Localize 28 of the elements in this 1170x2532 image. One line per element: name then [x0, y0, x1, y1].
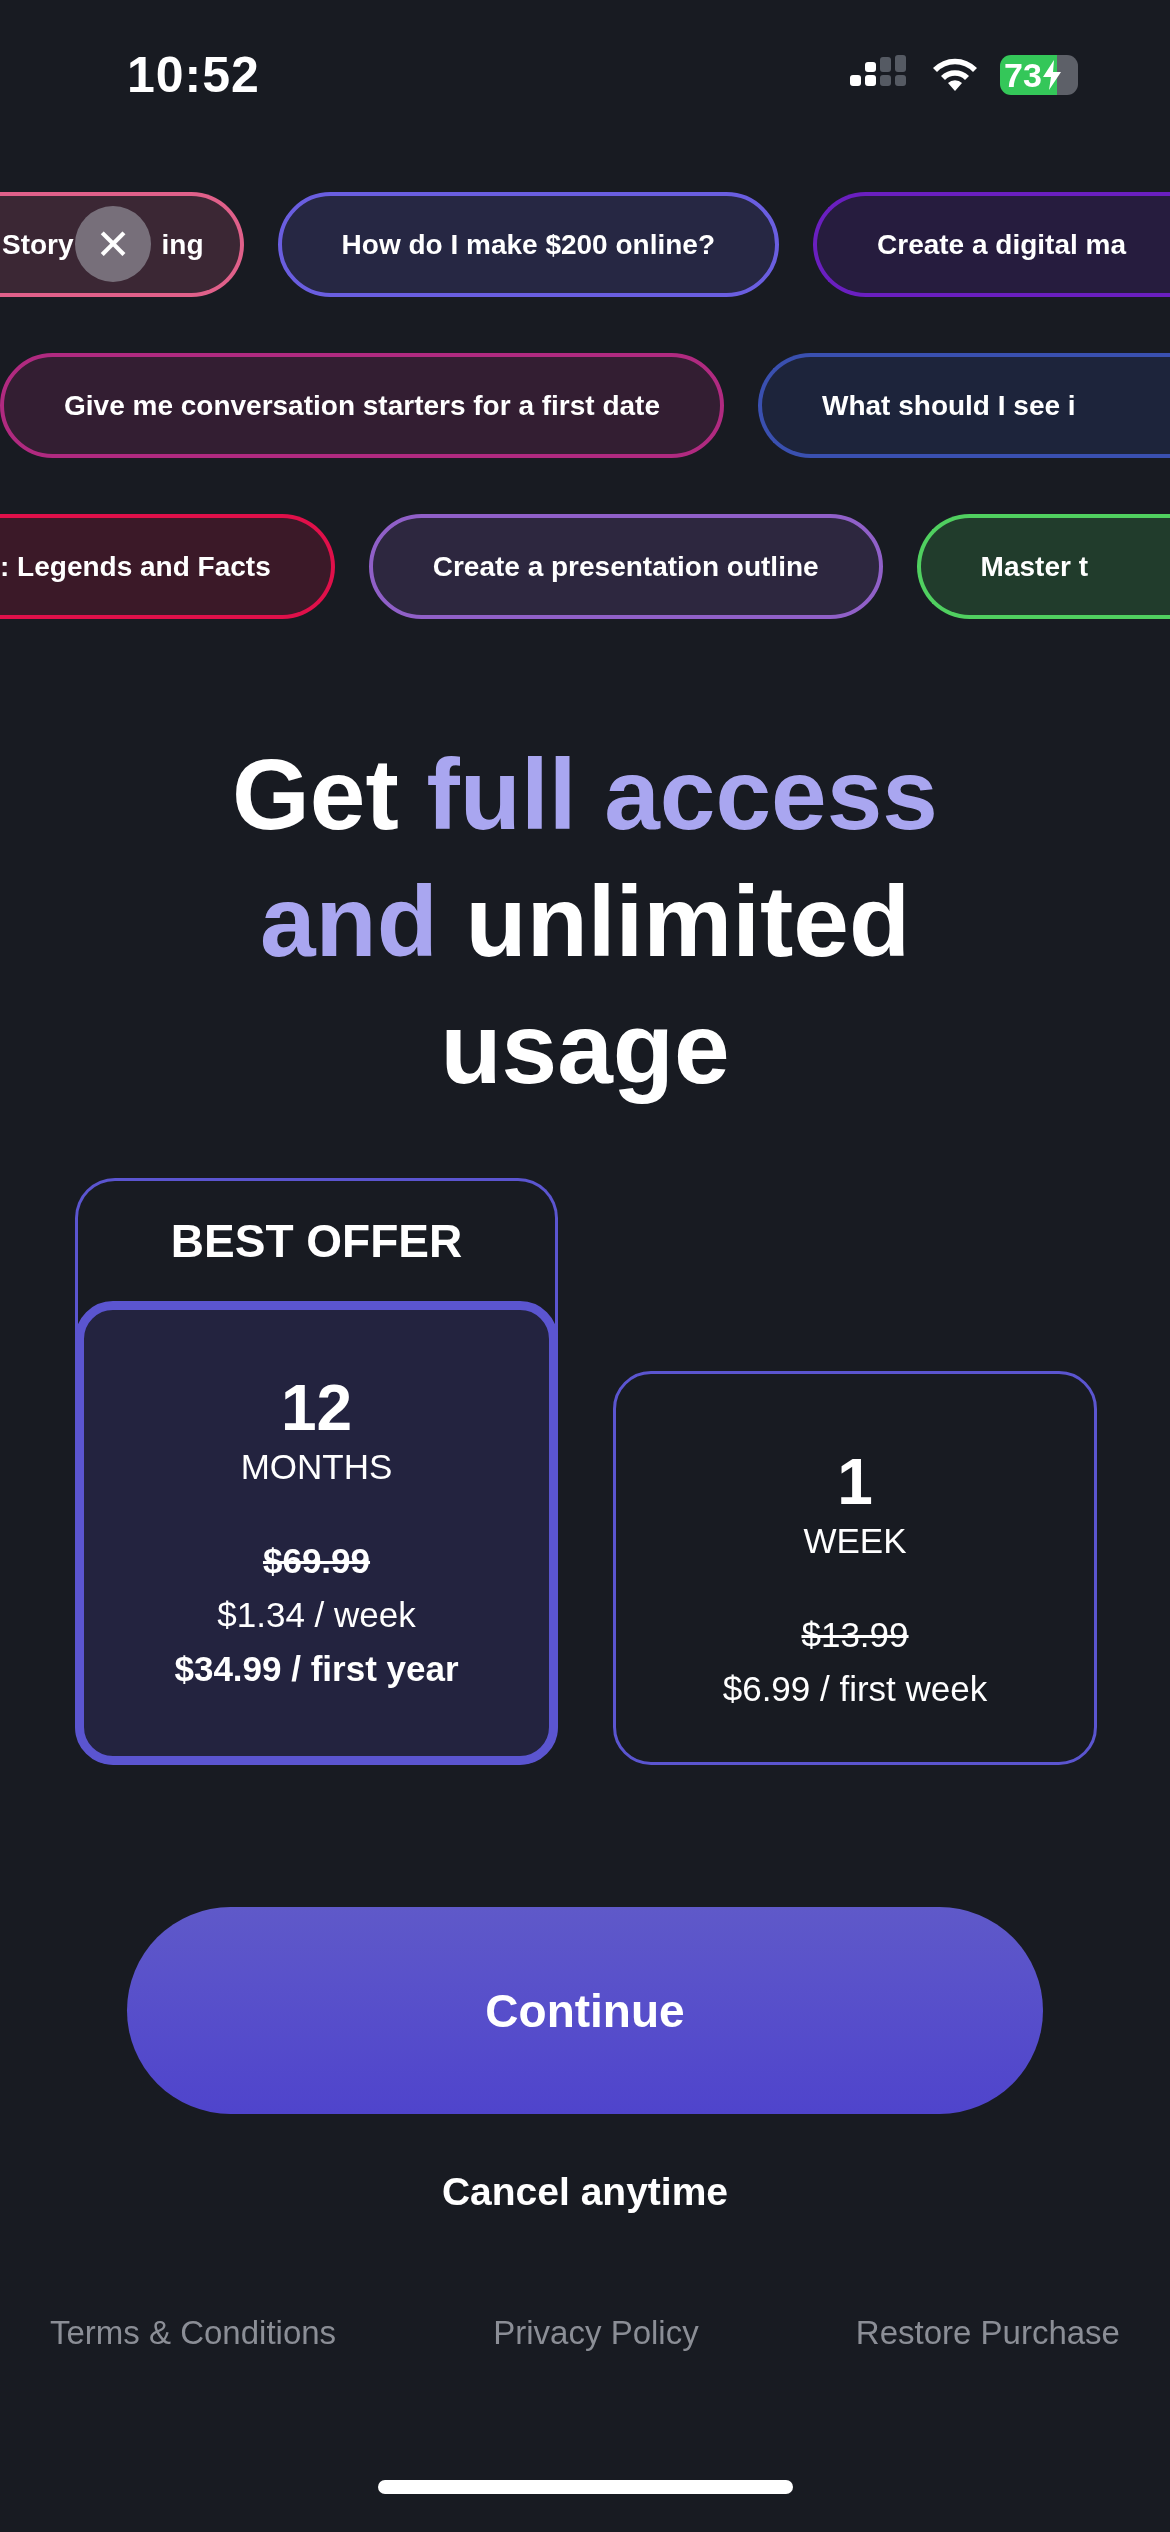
suggestion-chip[interactable]: How do I make $200 online?: [277, 192, 779, 297]
headline: Get full access and unlimited usage: [231, 737, 939, 1106]
old-price: $13.99: [801, 1614, 909, 1656]
price-text: $34.99 / first year: [174, 1648, 459, 1690]
plan-unit: MONTHS: [240, 1446, 393, 1488]
offer-label: BEST OFFER: [169, 1214, 464, 1269]
suggestion-chip[interactable]: Master t: [916, 514, 1170, 619]
cancel-note: Cancel anytime: [440, 2170, 730, 2214]
plan-count: 12: [280, 1372, 353, 1444]
continue-button[interactable]: Continue: [127, 1907, 1043, 2114]
price-text: $1.34 / week: [217, 1594, 416, 1636]
suggestion-chip[interactable]: Create a digital ma: [813, 192, 1170, 297]
old-price: $69.99: [262, 1540, 371, 1582]
footer-link[interactable]: Terms & Conditions: [50, 2314, 337, 2352]
footer-link[interactable]: Privacy Policy: [493, 2314, 699, 2352]
suggestion-chip[interactable]: : Legends and Facts: [0, 514, 335, 619]
suggestion-chip[interactable]: Create a presentation outline: [368, 514, 883, 619]
plan-card[interactable]: 12 MONTHS $69.99 $1.34 / week $34.99 / first year: [75, 1301, 558, 1765]
suggestion-chip[interactable]: Give me conversation starters for a first date: [0, 353, 724, 458]
close-button[interactable]: ✕: [75, 206, 151, 282]
price-text: $6.99 / first week: [722, 1668, 988, 1710]
clock-time: 10:52: [127, 46, 260, 104]
plan-card[interactable]: 1 WEEK $13.99 $6.99 / first week: [613, 1371, 1097, 1765]
suggestion-chip[interactable]: What should I see i: [758, 353, 1170, 458]
footer-link[interactable]: Restore Purchase: [855, 2314, 1120, 2352]
battery-icon: 73: [1000, 55, 1078, 95]
plan-unit: WEEK: [803, 1520, 907, 1562]
plan-count: 1: [837, 1446, 873, 1518]
